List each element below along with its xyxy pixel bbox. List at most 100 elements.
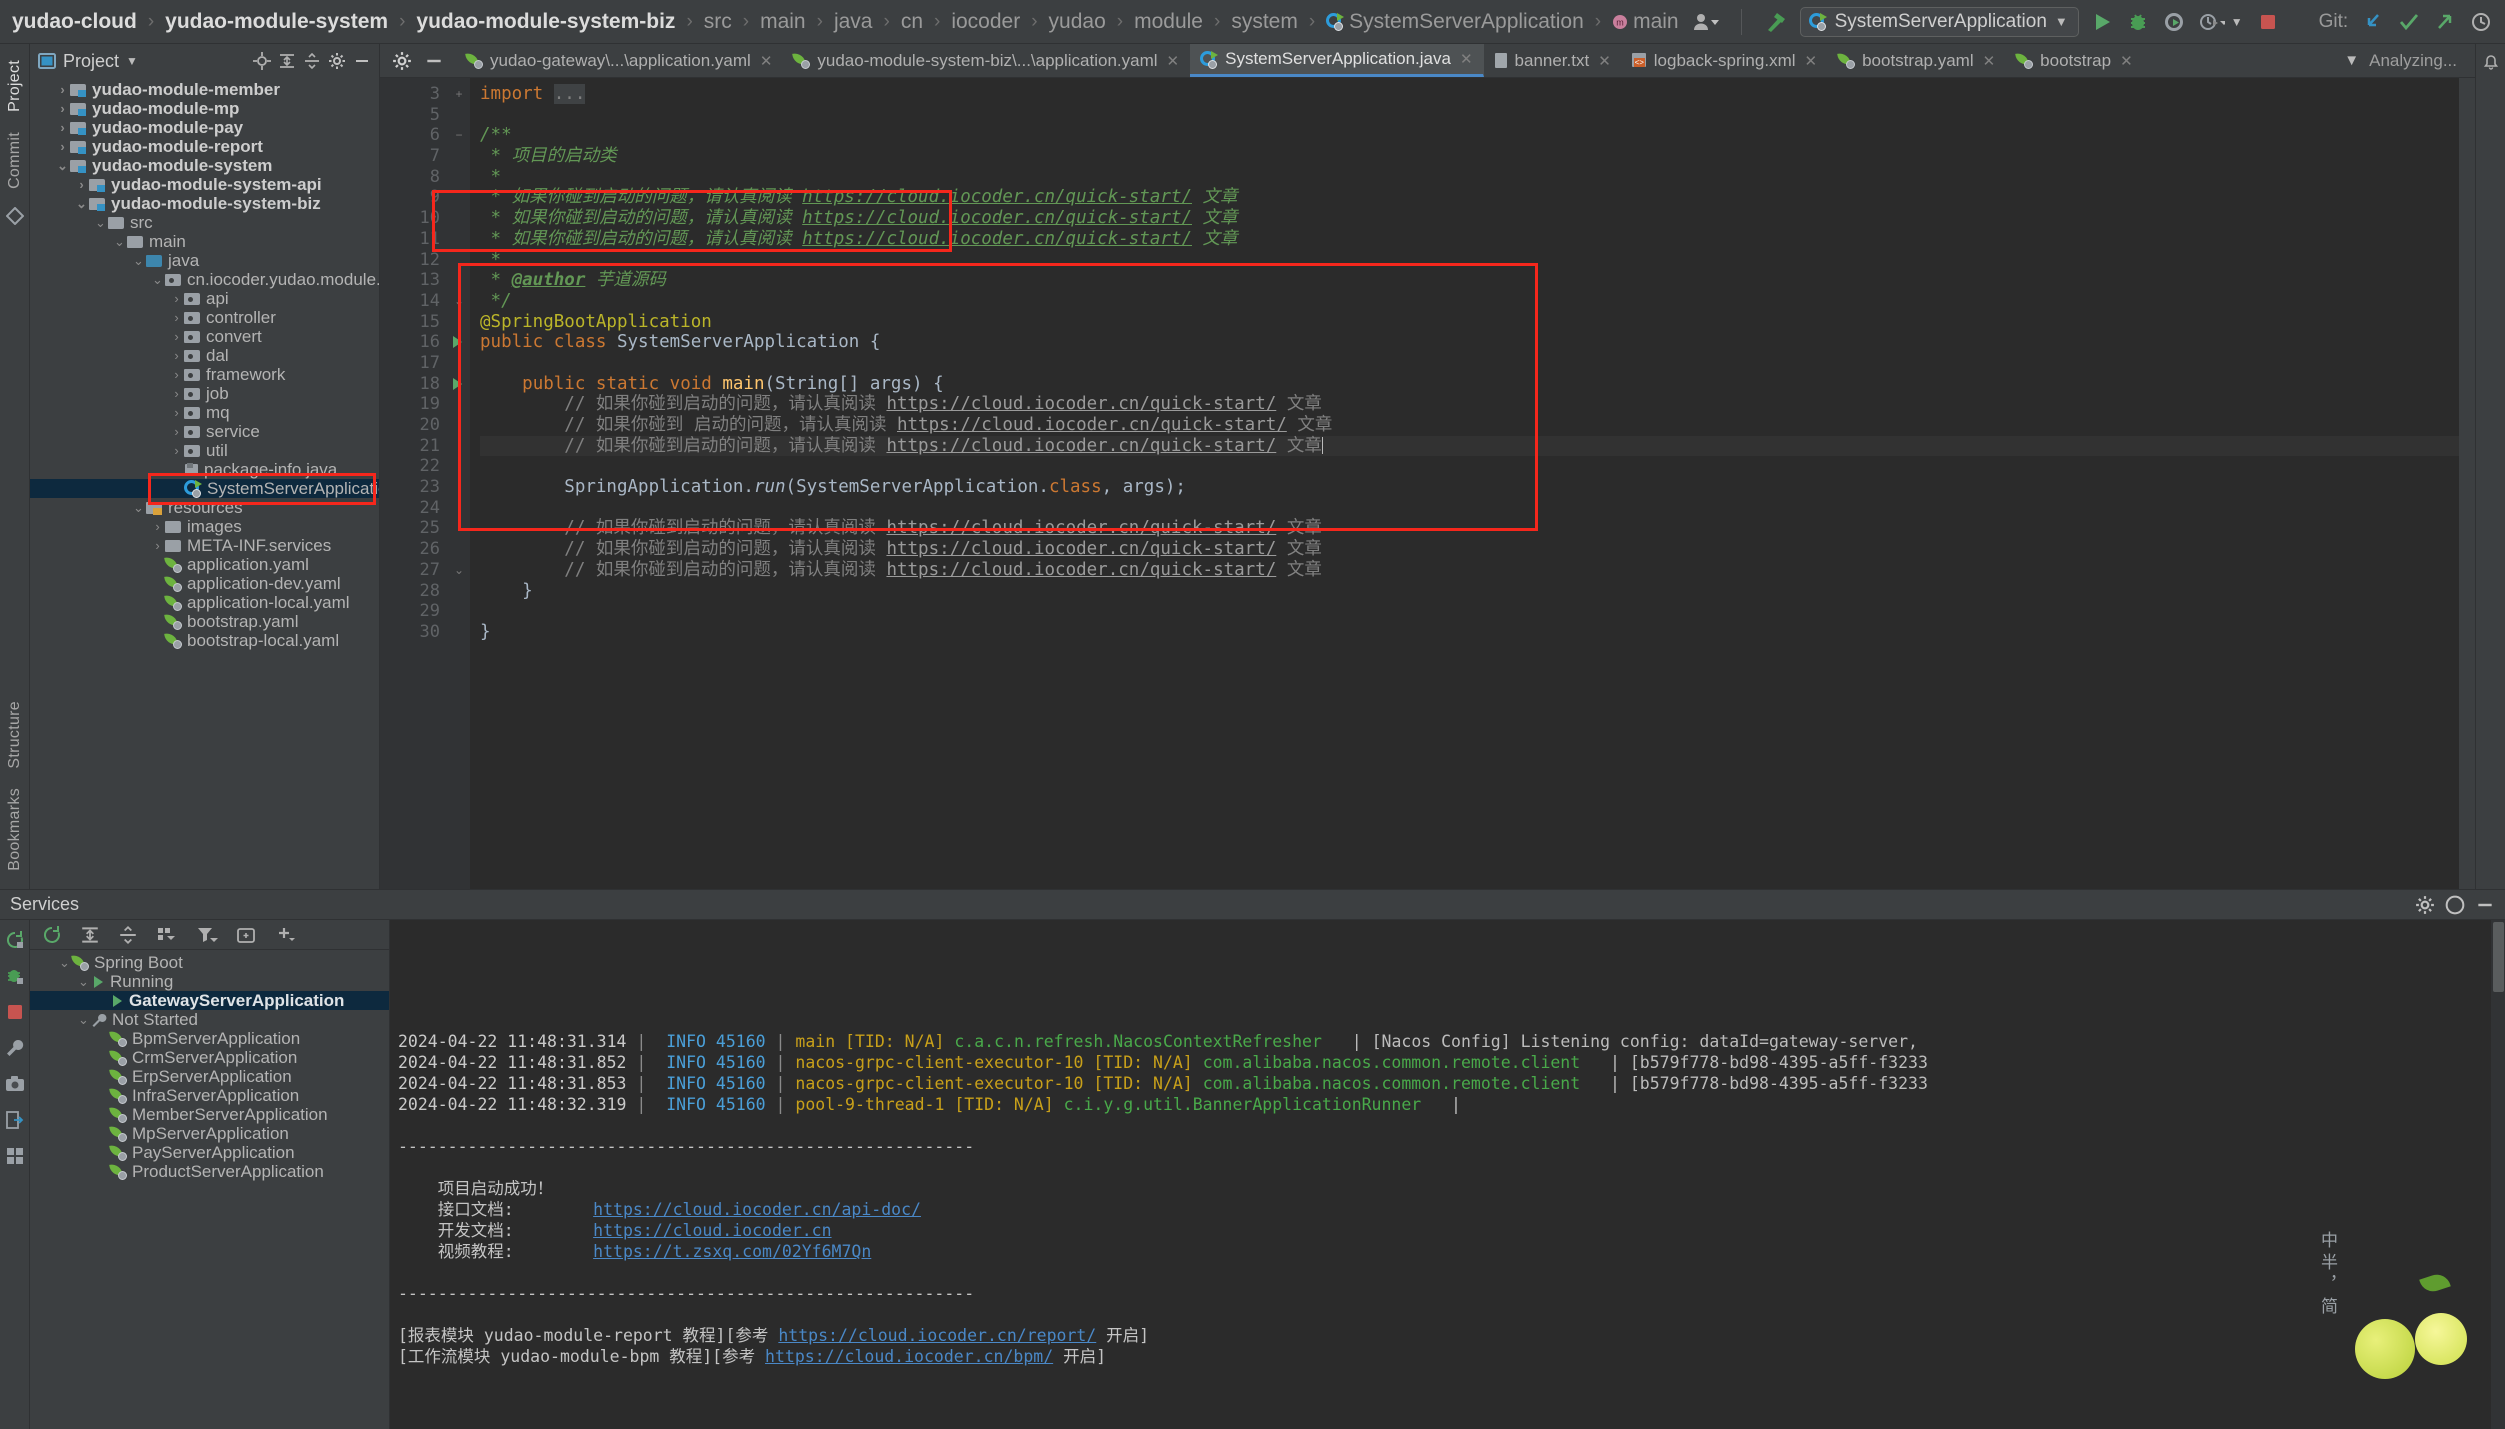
breadcrumb-item[interactable]: cn — [899, 10, 925, 34]
stop-icon[interactable] — [5, 1002, 25, 1022]
tree-node[interactable]: bootstrap.yaml — [30, 612, 379, 631]
line-number[interactable]: 21 — [380, 436, 448, 457]
breadcrumb-item[interactable]: m main — [1610, 10, 1681, 34]
editor-scrollbar[interactable] — [2459, 78, 2475, 889]
tree-node[interactable]: › dal — [30, 346, 379, 365]
chevron-down-icon[interactable]: ⌄ — [74, 196, 89, 212]
line-number[interactable]: 16 — [380, 332, 462, 353]
close-icon[interactable]: ✕ — [1167, 52, 1180, 70]
user-account-icon[interactable] — [1693, 12, 1719, 32]
tree-node[interactable]: ⌄ main — [30, 232, 379, 251]
service-node[interactable]: ⌄ Not Started — [30, 1010, 389, 1029]
add-service-icon[interactable] — [276, 925, 298, 945]
service-node[interactable]: InfraServerApplication — [30, 1086, 389, 1105]
code-fold-toggle[interactable]: − — [448, 125, 470, 146]
breadcrumb-item[interactable]: main — [758, 10, 808, 34]
chevron-right-icon[interactable]: › — [169, 329, 184, 344]
tree-node-selected[interactable]: SystemServerApplication — [30, 479, 379, 498]
debug-icon[interactable] — [5, 966, 25, 986]
breadcrumb-item[interactable]: module — [1132, 10, 1205, 34]
tree-node[interactable]: › util — [30, 441, 379, 460]
chevron-down-icon[interactable]: ▼ — [2055, 14, 2068, 29]
debug-button[interactable] — [2127, 11, 2149, 33]
tree-node[interactable]: › yudao-module-member — [30, 80, 379, 99]
breadcrumb[interactable]: yudao-cloud › yudao-module-system › yudao-mo… — [10, 10, 1681, 34]
commit-diamond-icon[interactable] — [5, 206, 24, 225]
chevron-down-icon[interactable]: ⌄ — [131, 500, 146, 516]
tree-node[interactable]: › framework — [30, 365, 379, 384]
line-number[interactable]: 10 — [380, 208, 448, 229]
service-node[interactable]: MpServerApplication — [30, 1124, 389, 1143]
service-node-selected[interactable]: GatewayServerApplication — [30, 991, 389, 1010]
tree-node[interactable]: ⌄ src — [30, 213, 379, 232]
tool-tab-bookmarks[interactable]: Bookmarks — [4, 778, 26, 881]
help-icon[interactable] — [2445, 895, 2465, 915]
expand-all-icon[interactable] — [278, 52, 296, 70]
service-node[interactable]: MemberServerApplication — [30, 1105, 389, 1124]
tool-tab-commit[interactable]: Commit — [4, 122, 26, 199]
tool-tab-structure[interactable]: Structure — [4, 691, 26, 779]
tree-node[interactable]: › yudao-module-pay — [30, 118, 379, 137]
tree-node[interactable]: application.yaml — [30, 555, 379, 574]
editor-tab[interactable]: banner.txt ✕ — [1484, 44, 1622, 77]
git-push-icon[interactable] — [2434, 11, 2456, 33]
line-number[interactable]: 20 — [380, 415, 448, 436]
breadcrumb-item[interactable]: java — [832, 10, 875, 34]
rerun-icon[interactable] — [5, 930, 25, 950]
line-number[interactable]: 8 — [380, 167, 448, 188]
code-editor[interactable]: 3 5 6 7 8 9 10 11 12 13 14 15 16 17 18 19 20 21 22 23 24 25 26… — [380, 78, 2475, 889]
line-number[interactable]: 6 — [380, 125, 448, 146]
breadcrumb-item[interactable]: yudao-module-system — [163, 10, 390, 34]
chevron-down-icon[interactable]: ▼ — [126, 54, 138, 68]
chevron-right-icon[interactable]: › — [169, 405, 184, 420]
chevron-down-icon[interactable]: ▼ — [2231, 15, 2243, 29]
chevron-right-icon[interactable]: › — [55, 120, 70, 135]
close-icon[interactable]: ✕ — [760, 52, 773, 70]
line-number[interactable]: 29 — [380, 601, 448, 622]
group-by-icon[interactable] — [156, 925, 178, 945]
console-scrollbar[interactable] — [2491, 920, 2505, 1429]
chevron-right-icon[interactable]: › — [169, 348, 184, 363]
collapse-all-icon[interactable] — [118, 925, 138, 945]
breadcrumb-item[interactable]: src — [702, 10, 734, 34]
breadcrumb-item[interactable]: yudao-cloud — [10, 10, 139, 34]
close-icon[interactable]: ✕ — [1598, 52, 1611, 70]
chevron-right-icon[interactable]: › — [74, 177, 89, 192]
tree-node[interactable]: › convert — [30, 327, 379, 346]
chevron-down-icon[interactable]: ⌄ — [131, 253, 146, 269]
source-code-text[interactable]: import ... /** * 项目的启动类 * * 如果你碰到启动的问题，请… — [470, 78, 2459, 889]
locate-icon[interactable] — [253, 52, 271, 70]
tree-node[interactable]: ⌄ yudao-module-system — [30, 156, 379, 175]
tree-node[interactable]: bootstrap-local.yaml — [30, 631, 379, 650]
line-number[interactable]: 15 — [380, 312, 448, 333]
code-fold-toggle[interactable]: + — [448, 84, 470, 105]
profiler-button[interactable] — [2199, 11, 2225, 33]
chevron-right-icon[interactable]: › — [169, 367, 184, 382]
settings-gear-icon[interactable] — [328, 52, 346, 70]
line-number[interactable]: 19 — [380, 394, 448, 415]
close-icon[interactable]: ✕ — [1983, 52, 1996, 70]
hide-panel-icon[interactable] — [353, 52, 371, 70]
chevron-right-icon[interactable]: › — [169, 386, 184, 401]
tree-node[interactable]: › mq — [30, 403, 379, 422]
build-hammer-icon[interactable] — [1764, 10, 1788, 34]
chevron-right-icon[interactable]: › — [55, 101, 70, 116]
breadcrumb-item[interactable]: iocoder — [949, 10, 1022, 34]
service-node[interactable]: ⌄ Running — [30, 972, 389, 991]
tree-node[interactable]: › controller — [30, 308, 379, 327]
tree-node[interactable]: › yudao-module-report — [30, 137, 379, 156]
service-node[interactable]: BpmServerApplication — [30, 1029, 389, 1048]
breadcrumb-item[interactable]: yudao — [1047, 10, 1108, 34]
stop-button[interactable] — [2257, 11, 2279, 33]
chevron-right-icon[interactable]: › — [55, 82, 70, 97]
line-number[interactable]: 23 — [380, 477, 448, 498]
rerun-icon[interactable] — [42, 925, 62, 945]
line-number[interactable]: 7 — [380, 146, 448, 167]
tab-overflow-chevron-icon[interactable]: ▼ — [2344, 52, 2359, 69]
expand-all-icon[interactable] — [80, 925, 100, 945]
settings-gear-icon[interactable] — [2415, 895, 2435, 915]
line-number[interactable]: 28 — [380, 581, 448, 602]
breadcrumb-item[interactable]: SystemServerApplication — [1324, 10, 1586, 34]
service-node[interactable]: ProductServerApplication — [30, 1162, 389, 1181]
service-node[interactable]: ⌄ Spring Boot — [30, 953, 389, 972]
